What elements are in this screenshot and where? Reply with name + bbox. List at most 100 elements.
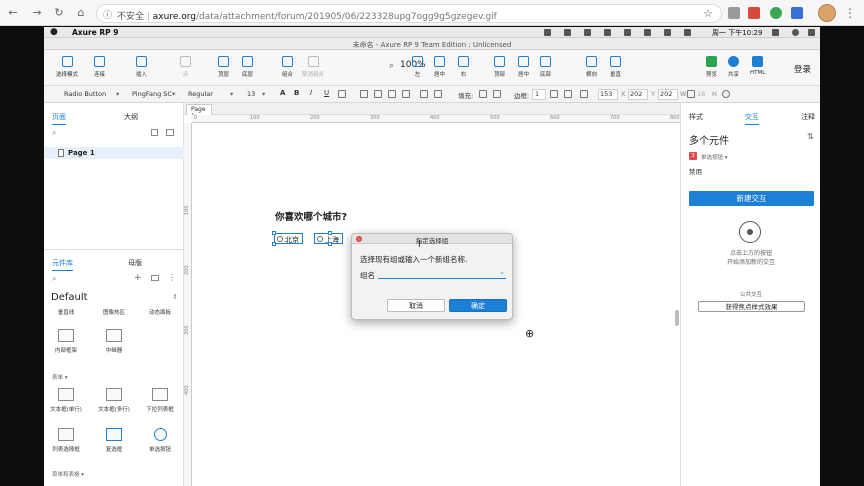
lib-list-box[interactable]: 列表选择框 bbox=[46, 428, 86, 453]
lib-checkbox[interactable]: 复选框 bbox=[94, 428, 134, 453]
text-color-icon[interactable]: A bbox=[280, 89, 288, 97]
list-icon[interactable] bbox=[808, 29, 815, 36]
new-interaction-button[interactable]: 新建交互 bbox=[689, 191, 814, 206]
focus-style-button[interactable]: 获得焦点样式效果 bbox=[698, 301, 805, 312]
status-icon-2[interactable] bbox=[564, 29, 571, 36]
point-button[interactable]: 点 bbox=[180, 56, 191, 78]
html-button[interactable]: HTML bbox=[750, 56, 765, 76]
preview-button[interactable]: 预览 bbox=[706, 56, 717, 78]
forward-arrow-icon[interactable]: → bbox=[30, 6, 44, 20]
camera-ext-icon[interactable] bbox=[728, 7, 740, 19]
tab-library[interactable]: 元件库 bbox=[52, 258, 73, 271]
connect-button[interactable]: 连接 bbox=[94, 56, 105, 78]
add-page-icon[interactable] bbox=[151, 129, 158, 136]
app-name[interactable]: Axure RP 9 bbox=[72, 28, 118, 37]
library-search-icon[interactable]: ⌕ bbox=[52, 274, 56, 284]
align-center-button[interactable]: 居中 bbox=[434, 56, 445, 78]
insert-button[interactable]: 插入 bbox=[136, 56, 147, 78]
distribute-vertical-button[interactable]: 垂直 bbox=[610, 56, 621, 78]
group-button[interactable]: 组合 bbox=[282, 56, 293, 78]
address-bar[interactable]: ⓘ 不安全 | axure.org/data/attachment/forum/… bbox=[96, 4, 722, 23]
bold-icon[interactable]: B bbox=[294, 89, 302, 97]
search-icon[interactable] bbox=[772, 29, 779, 36]
section-menu-table[interactable]: 菜单和表格 ▾ bbox=[52, 470, 84, 478]
lib-repeater[interactable]: 中继器 bbox=[94, 329, 134, 354]
disabled-label[interactable]: 禁用 bbox=[689, 166, 702, 176]
cancel-button[interactable]: 取消 bbox=[387, 299, 445, 312]
group-name-combobox[interactable]: ⌄ bbox=[378, 268, 506, 279]
add-folder-icon[interactable] bbox=[166, 129, 174, 136]
reload-icon[interactable]: ↻ bbox=[52, 6, 66, 20]
menu-clock[interactable]: 周一 下午10:29 bbox=[712, 28, 762, 38]
border-visible-icon[interactable] bbox=[580, 90, 588, 98]
height-value[interactable]: 18 bbox=[697, 90, 705, 98]
widget-type-select[interactable]: Radio Button bbox=[64, 90, 106, 98]
lock-ratio-icon[interactable] bbox=[687, 90, 695, 98]
bring-to-front-button[interactable]: 顶层 bbox=[218, 56, 229, 78]
tab-pages[interactable]: 页面 bbox=[52, 112, 66, 125]
green-ext-icon[interactable] bbox=[770, 7, 782, 19]
ungroup-button[interactable]: 取消组合 bbox=[302, 56, 324, 78]
status-icon-4[interactable] bbox=[604, 29, 611, 36]
align-left-button[interactable]: 左 bbox=[412, 56, 423, 78]
translate-ext-icon[interactable] bbox=[791, 7, 803, 19]
tab-notes[interactable]: 注释 bbox=[801, 112, 815, 122]
bookmark-star-icon[interactable]: ☆ bbox=[703, 7, 713, 20]
lib-droplist[interactable]: 下拉列表框 bbox=[140, 388, 180, 413]
lib-image-hotspot[interactable]: 图像热区 bbox=[94, 308, 134, 316]
login-button[interactable]: 登录 bbox=[794, 63, 811, 75]
tab-style[interactable]: 样式 bbox=[689, 112, 703, 122]
bullet-list-icon[interactable] bbox=[338, 90, 346, 98]
selection-handle[interactable] bbox=[272, 242, 276, 246]
selection-handle[interactable] bbox=[328, 242, 332, 246]
widget-type-label[interactable]: 单选按钮 ▾ bbox=[701, 153, 728, 161]
align-bottom-button[interactable]: 底部 bbox=[540, 56, 551, 78]
lib-vertical-line[interactable]: 垂直线 bbox=[46, 308, 86, 316]
canvas-scrollbar[interactable] bbox=[675, 310, 679, 326]
status-icon-3[interactable] bbox=[584, 29, 591, 36]
italic-icon[interactable]: I bbox=[310, 89, 318, 97]
volume-icon[interactable] bbox=[664, 29, 671, 36]
settings-sliders-icon[interactable]: ⇅ bbox=[807, 132, 814, 141]
fill-gradient-icon[interactable] bbox=[493, 90, 501, 98]
ok-button[interactable]: 确定 bbox=[449, 299, 507, 312]
home-icon[interactable]: ⌂ bbox=[74, 6, 88, 20]
tab-masters[interactable]: 母版 bbox=[128, 258, 142, 268]
distribute-horizontal-button[interactable]: 横向 bbox=[586, 56, 597, 78]
text-align-left-icon[interactable] bbox=[360, 90, 368, 98]
underline-icon[interactable]: U bbox=[324, 89, 332, 97]
font-weight-select[interactable]: Regular bbox=[188, 90, 213, 98]
lib-inline-frame[interactable]: 内部框架 bbox=[46, 329, 86, 354]
wifi-icon[interactable] bbox=[644, 29, 651, 36]
lib-text-area[interactable]: 文本框(多行) bbox=[94, 388, 134, 413]
fill-color-swatch[interactable] bbox=[479, 90, 487, 98]
profile-avatar[interactable] bbox=[818, 4, 836, 22]
tab-outline[interactable]: 大纲 bbox=[124, 112, 138, 122]
valign-top-icon[interactable] bbox=[420, 90, 428, 98]
text-align-center-icon[interactable] bbox=[374, 90, 382, 98]
visibility-eye-icon[interactable] bbox=[722, 90, 730, 98]
library-select[interactable]: Default bbox=[51, 292, 88, 303]
align-middle-button[interactable]: 居中 bbox=[518, 56, 529, 78]
canvas-page-tab[interactable]: Page 1 bbox=[186, 104, 212, 120]
border-style-icon[interactable] bbox=[564, 90, 572, 98]
tab-interaction[interactable]: 交互 bbox=[745, 112, 759, 125]
send-to-back-button[interactable]: 底层 bbox=[242, 56, 253, 78]
selection-handle[interactable] bbox=[328, 231, 332, 235]
page-tree-item[interactable]: Page 1 bbox=[44, 147, 184, 159]
library-folder-icon[interactable] bbox=[151, 275, 159, 281]
siri-icon[interactable] bbox=[792, 29, 799, 36]
text-align-right-icon[interactable] bbox=[388, 90, 396, 98]
font-size-select[interactable]: 13 bbox=[247, 90, 255, 98]
share-button[interactable]: 共享 bbox=[728, 56, 739, 78]
section-form[interactable]: 表单 ▾ bbox=[52, 373, 68, 381]
close-icon[interactable] bbox=[356, 236, 362, 242]
page-search-icon[interactable]: ⌕ bbox=[52, 128, 56, 138]
more-menu-icon[interactable]: ⋮ bbox=[844, 6, 856, 20]
apple-logo-icon[interactable]: ● bbox=[50, 27, 58, 37]
chevron-down-icon[interactable]: ⌄ bbox=[499, 268, 505, 276]
border-color-swatch[interactable] bbox=[550, 90, 558, 98]
add-library-icon[interactable]: + bbox=[134, 273, 142, 283]
lib-dynamic-panel[interactable]: 动态面板 bbox=[140, 308, 180, 316]
status-s-icon[interactable] bbox=[544, 29, 551, 36]
